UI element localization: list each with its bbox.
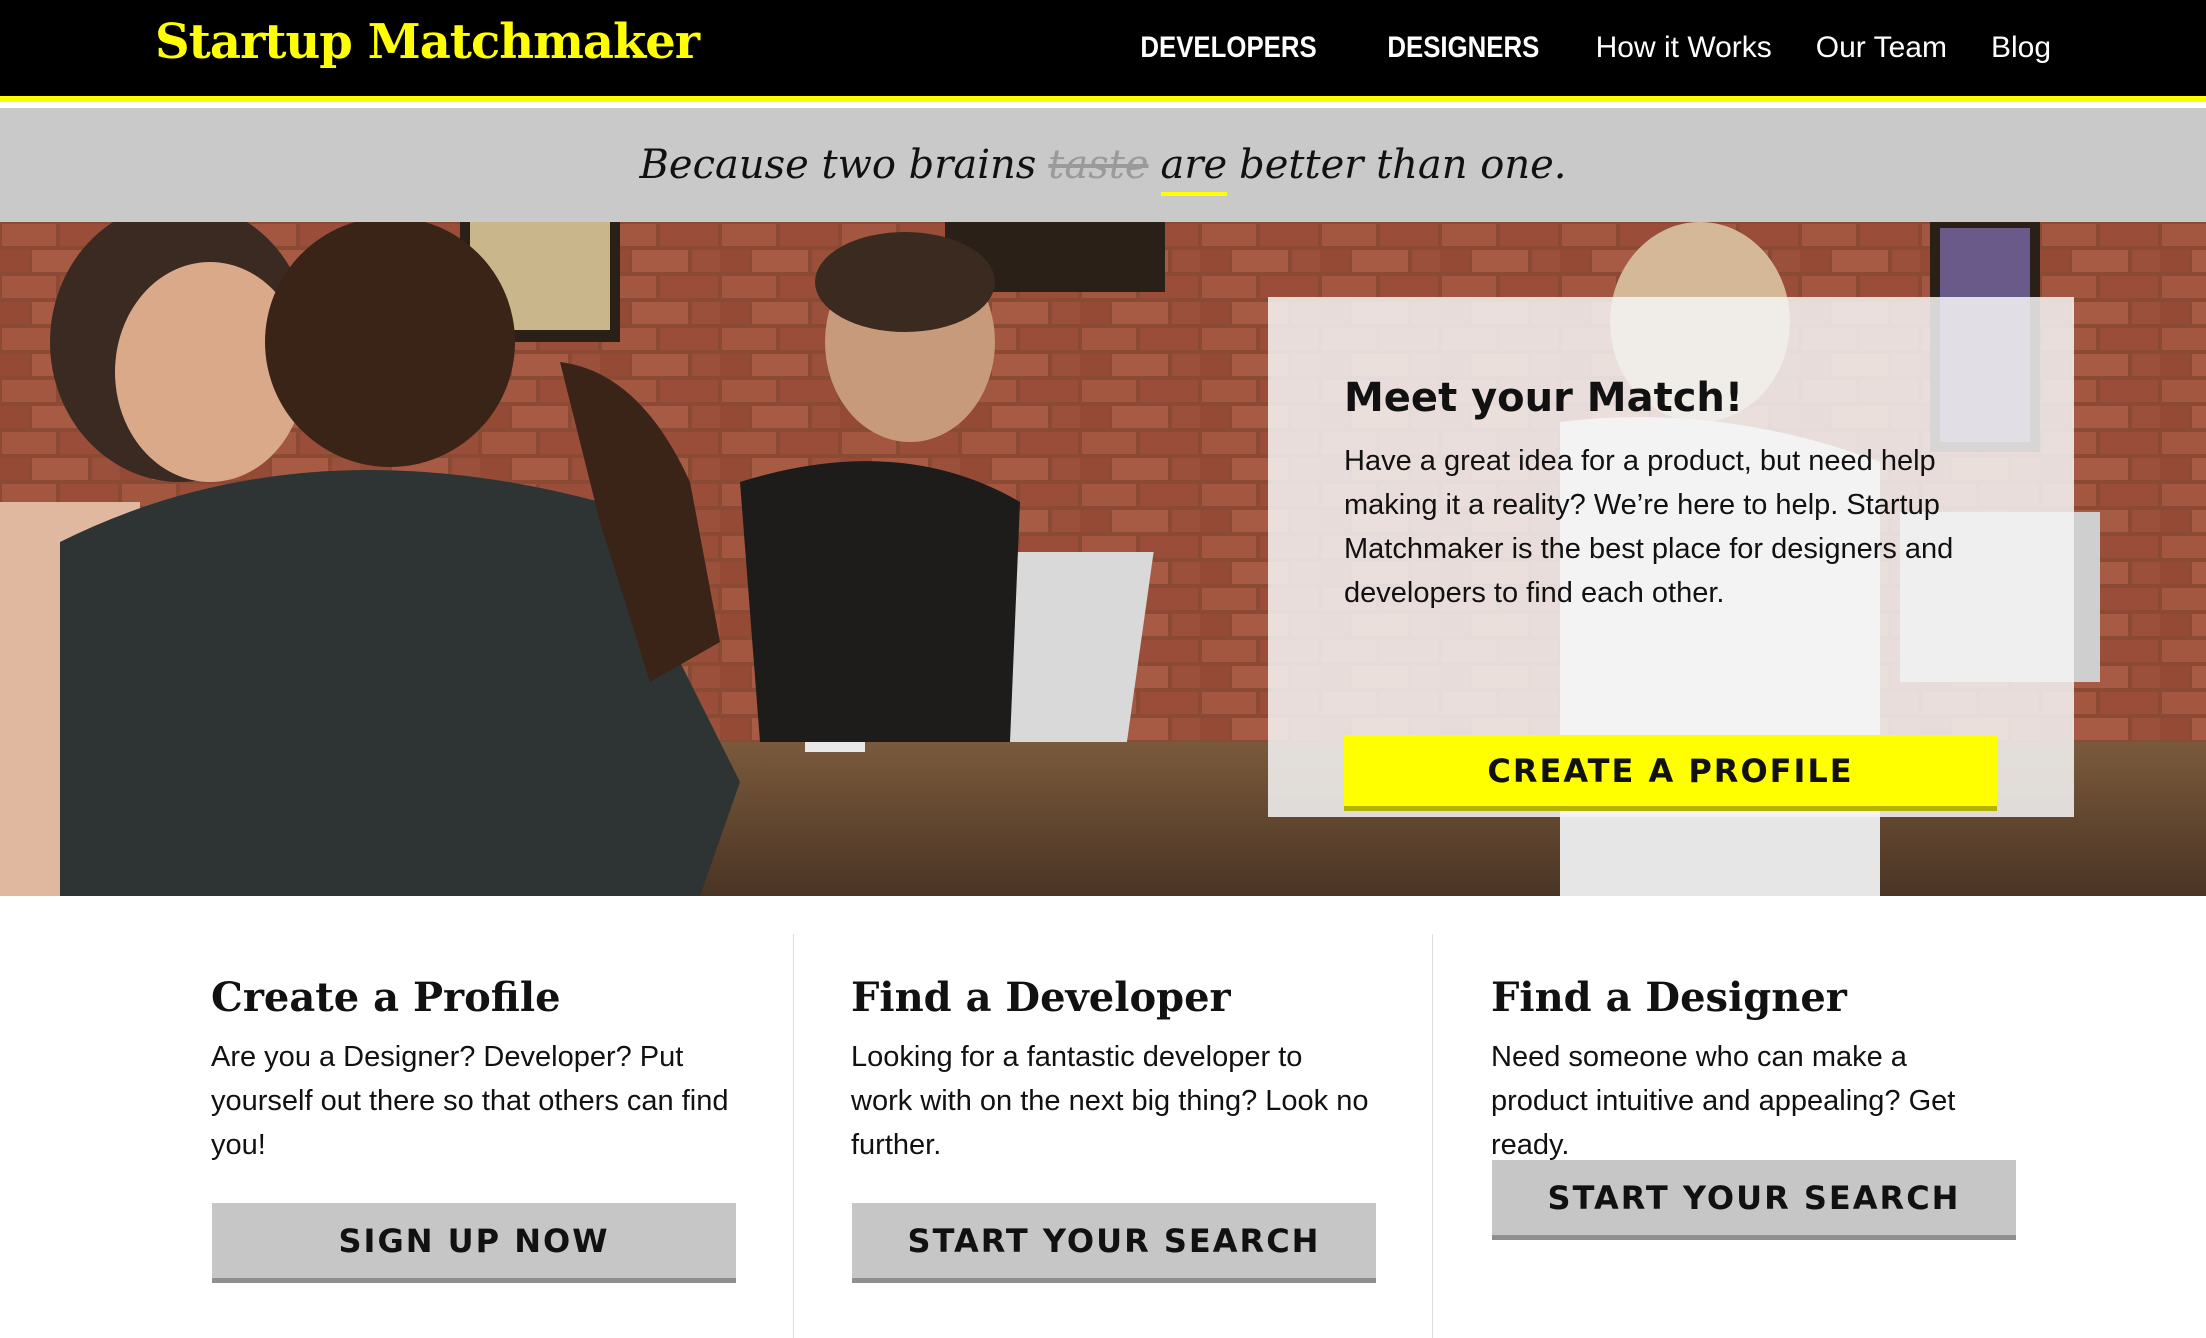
tagline-tail: better than one.	[1239, 142, 1567, 188]
column-divider	[793, 934, 794, 1338]
nav-how-it-works[interactable]: How it Works	[1596, 31, 1772, 65]
find-designer-search-button[interactable]: START YOUR SEARCH	[1492, 1160, 2016, 1240]
feature-title: Create a Profile	[211, 974, 561, 1021]
sign-up-now-button[interactable]: SIGN UP NOW	[212, 1203, 736, 1283]
feature-title: Find a Designer	[1491, 974, 1847, 1021]
create-profile-button[interactable]: CREATE A PROFILE	[1344, 735, 1997, 811]
feature-find-designer: Find a Designer Need someone who can mak…	[1491, 896, 2011, 1338]
site-logo[interactable]: Startup Matchmaker	[155, 14, 700, 70]
features-section: Create a Profile Are you a Designer? Dev…	[0, 896, 2206, 1338]
column-divider	[1432, 934, 1433, 1338]
match-card: Meet your Match! Have a great idea for a…	[1268, 297, 2074, 817]
nav-developers[interactable]: DEVELOPERS	[1140, 31, 1316, 65]
match-card-title: Meet your Match!	[1344, 375, 1744, 421]
hero-section: Meet your Match! Have a great idea for a…	[0, 222, 2206, 896]
tagline-banner: Because two brains taste are better than…	[0, 108, 2206, 222]
match-card-body: Have a great idea for a product, but nee…	[1344, 445, 1954, 609]
feature-body: Looking for a fantastic developer to wor…	[851, 1041, 1369, 1161]
nav-designers[interactable]: DESIGNERS	[1387, 31, 1539, 65]
nav-our-team[interactable]: Our Team	[1816, 31, 1947, 65]
site-header: Startup Matchmaker DEVELOPERS DESIGNERS …	[0, 0, 2206, 102]
nav-blog[interactable]: Blog	[1991, 31, 2051, 65]
feature-body: Are you a Designer? Developer? Put yours…	[211, 1041, 729, 1161]
feature-body: Need someone who can make a product intu…	[1491, 1041, 1956, 1161]
feature-title: Find a Developer	[851, 974, 1231, 1021]
find-developer-search-button[interactable]: START YOUR SEARCH	[852, 1203, 1376, 1283]
tagline-struck-word: taste	[1048, 142, 1149, 188]
tagline-lead: Because two brains	[639, 142, 1037, 188]
main-nav: DEVELOPERS DESIGNERS How it Works Our Te…	[1126, 0, 2051, 96]
tagline-highlight-word: are	[1160, 142, 1228, 196]
